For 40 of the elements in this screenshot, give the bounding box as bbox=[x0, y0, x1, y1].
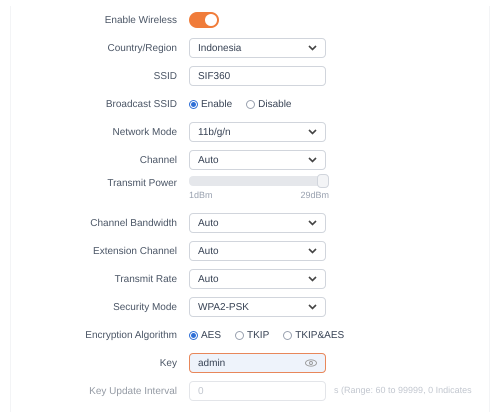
chevron-down-icon bbox=[308, 220, 317, 226]
text-field[interactable]: SIF360 bbox=[189, 66, 326, 86]
chevron-down-icon bbox=[308, 157, 317, 163]
field-label: Enable Wireless bbox=[104, 14, 177, 28]
dropdown[interactable]: Auto bbox=[189, 150, 326, 170]
dropdown[interactable]: Auto bbox=[189, 241, 326, 261]
field-label: Country/Region bbox=[106, 42, 177, 56]
field-label: SSID bbox=[152, 70, 177, 84]
field-label: Security Mode bbox=[112, 300, 177, 314]
dropdown[interactable]: Auto bbox=[189, 213, 326, 233]
chevron-down-icon bbox=[308, 276, 317, 282]
field-label: Broadcast SSID bbox=[104, 98, 177, 112]
radio-option[interactable]: AES bbox=[189, 328, 222, 342]
field-label: Encryption Algorithm bbox=[84, 328, 177, 342]
field-label: Extension Channel bbox=[92, 244, 177, 258]
max-label: 29dBm bbox=[300, 189, 329, 202]
field-label: Transmit Power bbox=[106, 177, 177, 191]
dropdown[interactable]: Auto bbox=[189, 269, 326, 289]
chevron-down-icon bbox=[308, 45, 317, 51]
field-label: Key bbox=[158, 356, 177, 370]
field-label: Transmit Rate bbox=[114, 272, 177, 286]
eye-icon[interactable] bbox=[305, 359, 317, 367]
chevron-down-icon bbox=[308, 129, 317, 135]
chevron-down-icon bbox=[308, 248, 317, 254]
password-field[interactable]: admin bbox=[189, 353, 326, 373]
radio-option[interactable]: Disable bbox=[246, 96, 292, 112]
radio-option[interactable]: TKIP&AES bbox=[283, 328, 344, 342]
field-label: Channel Bandwidth bbox=[89, 216, 177, 230]
dropdown[interactable]: 11b/g/n bbox=[189, 122, 326, 142]
field-label: Key Update Interval bbox=[88, 384, 177, 398]
radio-option[interactable]: TKIP bbox=[235, 328, 270, 342]
range-note: s (Range: 60 to 99999, 0 Indicates bbox=[334, 384, 472, 398]
radio-option[interactable]: Enable bbox=[189, 96, 232, 112]
dropdown[interactable]: Indonesia bbox=[189, 38, 326, 58]
chevron-down-icon bbox=[308, 304, 317, 310]
dropdown[interactable]: WPA2-PSK bbox=[189, 297, 326, 317]
field-label: Channel bbox=[138, 154, 177, 168]
min-label: 1dBm bbox=[189, 189, 213, 202]
field-label: Network Mode bbox=[112, 126, 177, 140]
toggle-switch[interactable] bbox=[189, 12, 219, 28]
